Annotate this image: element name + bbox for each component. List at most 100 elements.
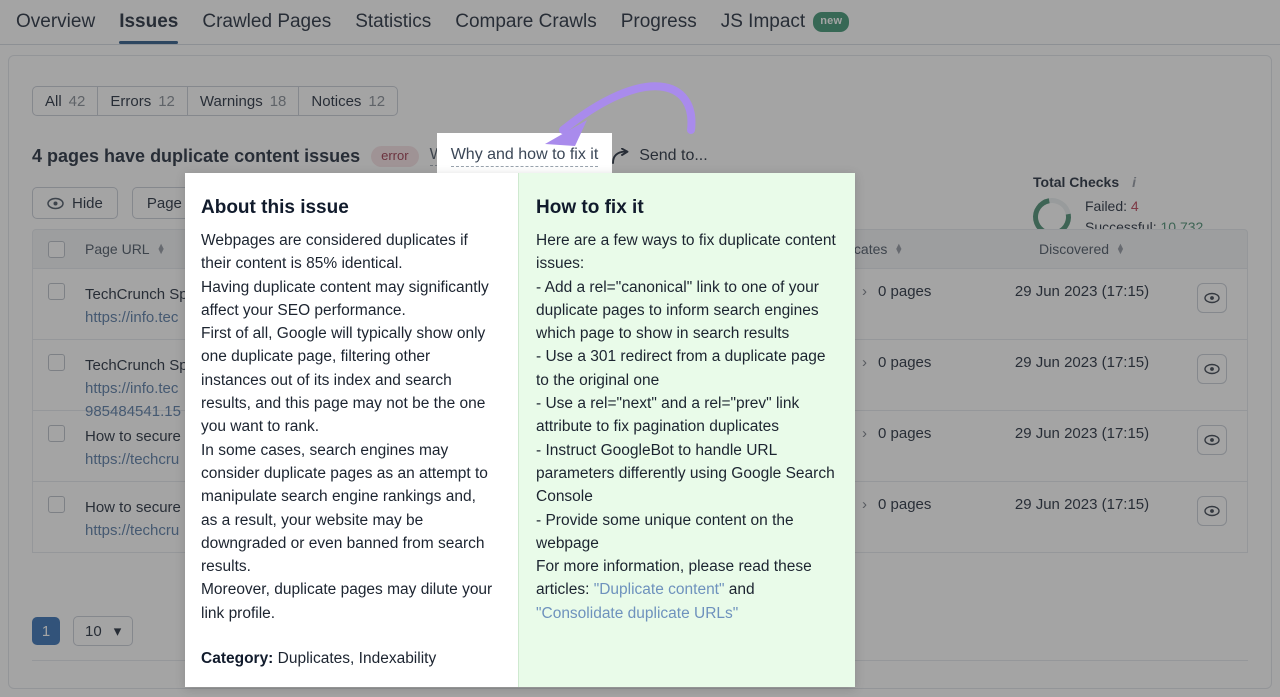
filter-count: 18 bbox=[269, 92, 287, 110]
tab-label: JS Impact bbox=[720, 11, 806, 32]
filter-warnings[interactable]: Warnings 18 bbox=[188, 87, 300, 115]
tab-label: Statistics bbox=[355, 11, 432, 32]
row-select-cell bbox=[33, 354, 80, 371]
about-this-issue-panel: About this issue Webpages are considered… bbox=[185, 173, 518, 687]
column-label: Discovered bbox=[1039, 241, 1110, 257]
filter-label: Errors bbox=[110, 92, 152, 110]
row-hide-eye-button[interactable] bbox=[1197, 354, 1227, 384]
select-all-cell bbox=[33, 240, 80, 258]
chevron-right-icon[interactable]: › bbox=[862, 496, 867, 513]
hide-label: Hide bbox=[72, 194, 103, 212]
row-actions-cell bbox=[1177, 496, 1247, 526]
tab-label: Overview bbox=[16, 11, 96, 32]
tab-crawled-pages[interactable]: Crawled Pages bbox=[190, 0, 343, 44]
severity-filter-group: All 42 Errors 12 Warnings 18 Notices 12 bbox=[32, 86, 399, 116]
filter-errors[interactable]: Errors 12 bbox=[98, 87, 188, 115]
page-title: How to secure bbox=[85, 499, 181, 516]
row-checkbox[interactable] bbox=[48, 354, 65, 371]
filter-label: Notices bbox=[311, 92, 362, 110]
pagination-controls: 1 10 ▾ bbox=[32, 616, 134, 646]
eye-icon bbox=[47, 197, 64, 209]
filter-notices[interactable]: Notices 12 bbox=[299, 87, 397, 115]
row-discovered-cell: 29 Jun 2023 (17:15) bbox=[1014, 354, 1150, 371]
tab-js-impact[interactable]: JS Impact new bbox=[709, 0, 861, 44]
chevron-right-icon[interactable]: › bbox=[862, 354, 867, 371]
filter-label: All bbox=[45, 92, 62, 110]
filter-label: Warnings bbox=[199, 92, 263, 110]
tab-label: Compare Crawls bbox=[455, 11, 597, 32]
row-hide-eye-button[interactable] bbox=[1197, 496, 1227, 526]
page-size-select[interactable]: 10 ▾ bbox=[73, 616, 134, 646]
row-actions-cell bbox=[1177, 283, 1247, 313]
row-discovered-cell: 29 Jun 2023 (17:15) bbox=[1014, 425, 1150, 442]
page-title: TechCrunch Sp bbox=[85, 286, 188, 303]
chevron-down-icon: ▾ bbox=[113, 623, 122, 640]
sort-icon[interactable]: ▲ ▼ bbox=[157, 242, 166, 256]
column-header-discovered[interactable]: Discovered ▲ ▼ bbox=[987, 241, 1177, 257]
filter-count: 42 bbox=[68, 92, 86, 110]
row-discovered-cell: 29 Jun 2023 (17:15) bbox=[1014, 283, 1150, 300]
row-hide-eye-button[interactable] bbox=[1197, 425, 1227, 455]
row-actions-cell bbox=[1177, 425, 1247, 455]
filter-count: 12 bbox=[368, 92, 386, 110]
failed-value: 4 bbox=[1130, 198, 1139, 214]
tab-progress[interactable]: Progress bbox=[609, 0, 709, 44]
howto-heading: How to fix it bbox=[536, 197, 644, 218]
duplicates-value: 0 pages bbox=[878, 425, 932, 442]
page-size-value: 10 bbox=[85, 622, 102, 640]
failed-line: Failed: 4 bbox=[1085, 196, 1203, 217]
row-checkbox[interactable] bbox=[48, 283, 65, 300]
category-value: Duplicates, Indexability bbox=[277, 650, 437, 668]
page-title: How to secure bbox=[85, 428, 181, 445]
category-label: Category: bbox=[201, 650, 274, 668]
page-number-button[interactable]: 1 bbox=[32, 617, 60, 645]
filter-count: 12 bbox=[158, 92, 175, 110]
row-checkbox[interactable] bbox=[48, 425, 65, 442]
howto-conjunction: and bbox=[724, 581, 755, 599]
chevron-right-icon[interactable]: › bbox=[862, 283, 867, 300]
duplicates-value: 0 pages bbox=[878, 496, 932, 513]
tab-label: Progress bbox=[620, 11, 697, 32]
page-title: TechCrunch Sp bbox=[85, 357, 188, 374]
total-checks-header: Total Checks i bbox=[1033, 174, 1248, 190]
row-hide-eye-button[interactable] bbox=[1197, 283, 1227, 313]
consolidate-duplicate-urls-link[interactable]: "Consolidate duplicate URLs" bbox=[536, 605, 738, 622]
column-label: Page URL bbox=[85, 241, 150, 257]
about-category: Category: Duplicates, Indexability bbox=[201, 647, 496, 670]
chevron-right-icon[interactable]: › bbox=[862, 425, 867, 442]
tab-label: Crawled Pages bbox=[202, 11, 332, 32]
duplicates-value: 0 pages bbox=[878, 283, 932, 300]
tab-issues[interactable]: Issues bbox=[107, 0, 190, 44]
duplicate-content-link[interactable]: "Duplicate content" bbox=[594, 581, 725, 598]
tab-statistics[interactable]: Statistics bbox=[343, 0, 443, 44]
row-checkbox[interactable] bbox=[48, 496, 65, 513]
sort-icon[interactable]: ▲ ▼ bbox=[1116, 242, 1125, 256]
duplicates-value: 0 pages bbox=[878, 354, 932, 371]
row-actions-cell bbox=[1177, 354, 1247, 384]
tab-overview[interactable]: Overview bbox=[4, 0, 107, 44]
total-checks-title: Total Checks bbox=[1033, 174, 1120, 190]
select-all-checkbox[interactable] bbox=[48, 240, 65, 258]
about-body: Webpages are considered duplicates if th… bbox=[201, 232, 493, 622]
main-tab-bar: Overview Issues Crawled Pages Statistics… bbox=[0, 0, 1280, 45]
hide-button[interactable]: Hide bbox=[32, 187, 118, 219]
tab-compare-crawls[interactable]: Compare Crawls bbox=[443, 0, 608, 44]
info-icon[interactable]: i bbox=[1127, 174, 1141, 190]
page-filter-label: Page bbox=[146, 194, 182, 212]
issue-explanation-tooltip: About this issue Webpages are considered… bbox=[185, 173, 855, 687]
row-select-cell bbox=[33, 283, 80, 300]
eye-icon bbox=[1204, 434, 1220, 446]
filter-all[interactable]: All 42 bbox=[33, 87, 99, 115]
eye-icon bbox=[1204, 292, 1220, 304]
eye-icon bbox=[1204, 363, 1220, 375]
eye-icon bbox=[1204, 505, 1220, 517]
howto-body-text: Here are a few ways to fix duplicate con… bbox=[536, 232, 836, 599]
row-discovered-cell: 29 Jun 2023 (17:15) bbox=[1014, 496, 1150, 513]
row-select-cell bbox=[33, 496, 80, 513]
issue-actions: Hide Page bbox=[32, 187, 197, 219]
about-heading: About this issue bbox=[201, 197, 349, 218]
new-badge: new bbox=[813, 12, 850, 32]
annotation-arrow bbox=[545, 82, 696, 146]
sort-icon[interactable]: ▲ ▼ bbox=[894, 242, 903, 256]
how-to-fix-it-panel: How to fix it Here are a few ways to fix… bbox=[518, 173, 855, 687]
